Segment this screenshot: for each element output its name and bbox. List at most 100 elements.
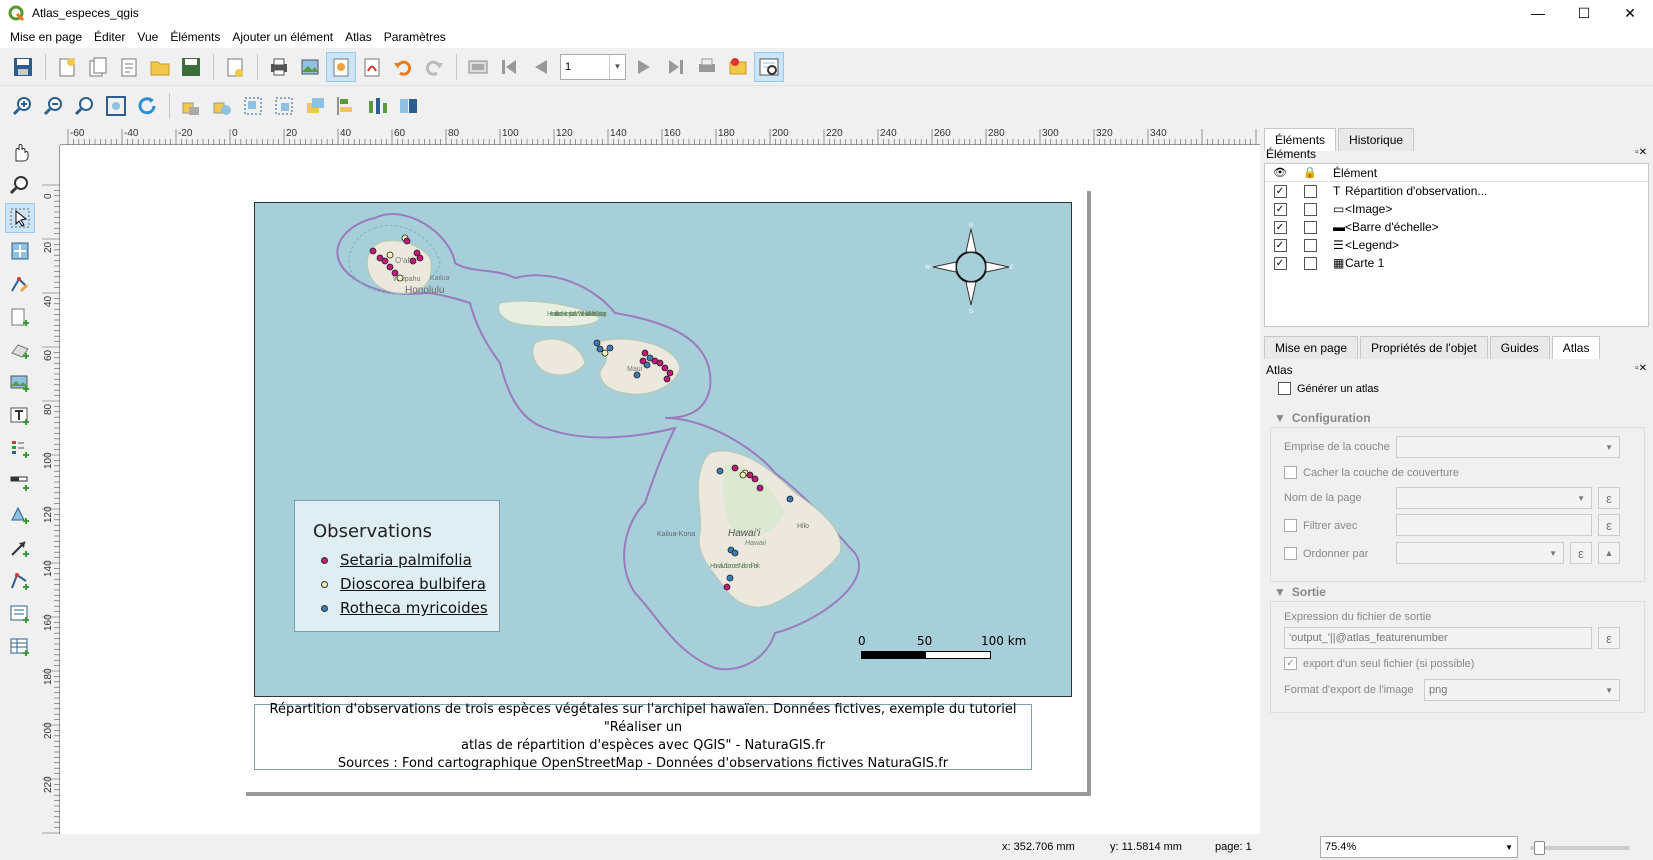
add-arrow-tool[interactable]: [5, 533, 35, 563]
raise-button[interactable]: [300, 91, 330, 121]
refresh-button[interactable]: [132, 91, 162, 121]
tab-history[interactable]: Historique: [1338, 128, 1415, 151]
tab-atlas[interactable]: Atlas: [1551, 336, 1601, 359]
element-row[interactable]: ✓ ▭ <Image>: [1265, 200, 1648, 218]
generate-atlas-checkbox[interactable]: [1278, 382, 1291, 395]
lock-checkbox[interactable]: [1303, 202, 1317, 216]
zoom-in-button[interactable]: [8, 91, 38, 121]
output-expression-button[interactable]: ε: [1598, 627, 1620, 649]
sort-expression-button[interactable]: ε: [1570, 542, 1592, 564]
generate-atlas-row[interactable]: Générer un atlas: [1278, 382, 1379, 395]
hide-coverage-checkbox[interactable]: [1284, 466, 1297, 479]
menu-parametres[interactable]: Paramètres: [378, 30, 452, 44]
caption-label[interactable]: Répartition d'observations de trois espè…: [254, 702, 1032, 771]
add-scalebar-tool[interactable]: [5, 467, 35, 497]
unlock-items-button[interactable]: [207, 91, 237, 121]
single-file-checkbox[interactable]: ✓: [1284, 657, 1297, 670]
filter-checkbox[interactable]: [1284, 519, 1297, 532]
new-layout-button[interactable]: [52, 52, 82, 82]
filter-input[interactable]: [1396, 514, 1592, 536]
element-row[interactable]: ✓ ▦ Carte 1: [1265, 254, 1648, 272]
atlas-preview-button[interactable]: [463, 52, 493, 82]
save-template-button[interactable]: [176, 52, 206, 82]
add-legend-tool[interactable]: [5, 434, 35, 464]
elements-list[interactable]: 👁 🔒 Élément ✓ T Répartition d'observatio…: [1264, 163, 1649, 327]
menu-ajouter-element[interactable]: Ajouter un élément: [226, 30, 339, 44]
atlas-page-spinbox[interactable]: 1 ▼: [560, 53, 626, 80]
map-item[interactable]: Honolulu Waipahu Kailua Oʻahu Hawaiian I…: [254, 202, 1072, 697]
add-image-tool[interactable]: [5, 368, 35, 398]
lock-checkbox[interactable]: [1303, 238, 1317, 252]
lock-items-button[interactable]: [176, 91, 206, 121]
first-feature-button[interactable]: [494, 52, 524, 82]
scalebar-item[interactable]: 0 50 100 km: [858, 634, 1061, 674]
add-nodes-tool[interactable]: [5, 566, 35, 596]
sort-direction-button[interactable]: ▲: [1598, 542, 1620, 564]
atlas-float-close-icons[interactable]: ▫✕: [1635, 363, 1647, 374]
lock-checkbox[interactable]: [1303, 256, 1317, 270]
move-content-tool[interactable]: [5, 236, 35, 266]
duplicate-layout-button[interactable]: [83, 52, 113, 82]
zoom-actual-button[interactable]: [70, 91, 100, 121]
panel-float-close-icons[interactable]: ▫✕: [1635, 147, 1647, 158]
last-feature-button[interactable]: [661, 52, 691, 82]
tab-item-properties[interactable]: Propriétés de l'objet: [1360, 336, 1488, 359]
edit-nodes-tool[interactable]: [5, 269, 35, 299]
visibility-checkbox[interactable]: ✓: [1273, 220, 1287, 234]
print-atlas-button[interactable]: [692, 52, 722, 82]
vertical-ruler[interactable]: 0 20 40 60 80 100 120 140 160 180 200 220: [40, 145, 60, 834]
filter-row[interactable]: Filtrer avec: [1284, 519, 1357, 532]
visibility-checkbox[interactable]: ✓: [1273, 202, 1287, 216]
hide-coverage-row[interactable]: Cacher la couche de couverture: [1284, 466, 1459, 479]
zoom-out-button[interactable]: [39, 91, 69, 121]
new-page-button[interactable]: [220, 52, 250, 82]
single-file-row[interactable]: ✓ export d'un seul fichier (si possible): [1284, 657, 1474, 670]
export-svg-button[interactable]: [326, 51, 356, 82]
select-tool[interactable]: [5, 203, 35, 233]
visibility-checkbox[interactable]: ✓: [1273, 256, 1287, 270]
lock-checkbox[interactable]: [1303, 220, 1317, 234]
add-html-tool[interactable]: [5, 599, 35, 629]
page-name-combo[interactable]: ▼: [1396, 487, 1592, 509]
minimize-button[interactable]: —: [1515, 0, 1561, 26]
menu-vue[interactable]: Vue: [131, 30, 164, 44]
canvas-area[interactable]: Honolulu Waipahu Kailua Oʻahu Hawaiian I…: [60, 145, 1260, 834]
add-3d-map-tool[interactable]: [5, 335, 35, 365]
menu-editer[interactable]: Éditer: [88, 30, 131, 44]
close-button[interactable]: ✕: [1607, 0, 1653, 26]
layout-canvas[interactable]: -60 -40 -20 0 20 40 60 80 100 120 140 160 180 200 220 2…: [40, 127, 1260, 834]
resize-button[interactable]: [393, 91, 423, 121]
filter-expression-button[interactable]: ε: [1598, 514, 1620, 536]
distribute-button[interactable]: [362, 91, 392, 121]
redo-button[interactable]: [419, 52, 449, 82]
tab-guides[interactable]: Guides: [1489, 336, 1550, 359]
zoom-combo[interactable]: 75.4% ▼: [1320, 836, 1518, 858]
element-row[interactable]: ✓ ☰ <Legend>: [1265, 236, 1648, 254]
visibility-checkbox[interactable]: ✓: [1273, 238, 1287, 252]
pan-tool[interactable]: [5, 137, 35, 167]
export-pdf-button[interactable]: [357, 52, 387, 82]
add-shape-tool[interactable]: [5, 500, 35, 530]
add-page-tool[interactable]: [5, 302, 35, 332]
menu-elements[interactable]: Éléments: [164, 30, 226, 44]
zoom-tool[interactable]: [5, 170, 35, 200]
align-button[interactable]: [331, 91, 361, 121]
tab-layout[interactable]: Mise en page: [1264, 336, 1359, 359]
chevron-down-icon[interactable]: ▼: [1505, 843, 1513, 852]
horizontal-ruler[interactable]: -60 -40 -20 0 20 40 60 80 100 120 140 160 180 200 220 2…: [60, 127, 1260, 145]
atlas-settings-button[interactable]: [723, 52, 753, 82]
ungroup-button[interactable]: [269, 91, 299, 121]
open-template-button[interactable]: [145, 52, 175, 82]
maximize-button[interactable]: ☐: [1561, 0, 1607, 26]
menu-mise-en-page[interactable]: Mise en page: [4, 30, 88, 44]
add-label-tool[interactable]: [5, 401, 35, 431]
next-feature-button[interactable]: [630, 52, 660, 82]
atlas-toggle-button[interactable]: [754, 51, 784, 82]
add-table-tool[interactable]: [5, 632, 35, 662]
layout-page[interactable]: Honolulu Waipahu Kailua Oʻahu Hawaiian I…: [242, 187, 1087, 792]
undo-button[interactable]: [388, 52, 418, 82]
zoom-slider-thumb[interactable]: [1534, 841, 1545, 855]
chevron-down-icon[interactable]: ▼: [609, 54, 625, 79]
sort-checkbox[interactable]: [1284, 547, 1297, 560]
visibility-checkbox[interactable]: ✓: [1273, 184, 1287, 198]
